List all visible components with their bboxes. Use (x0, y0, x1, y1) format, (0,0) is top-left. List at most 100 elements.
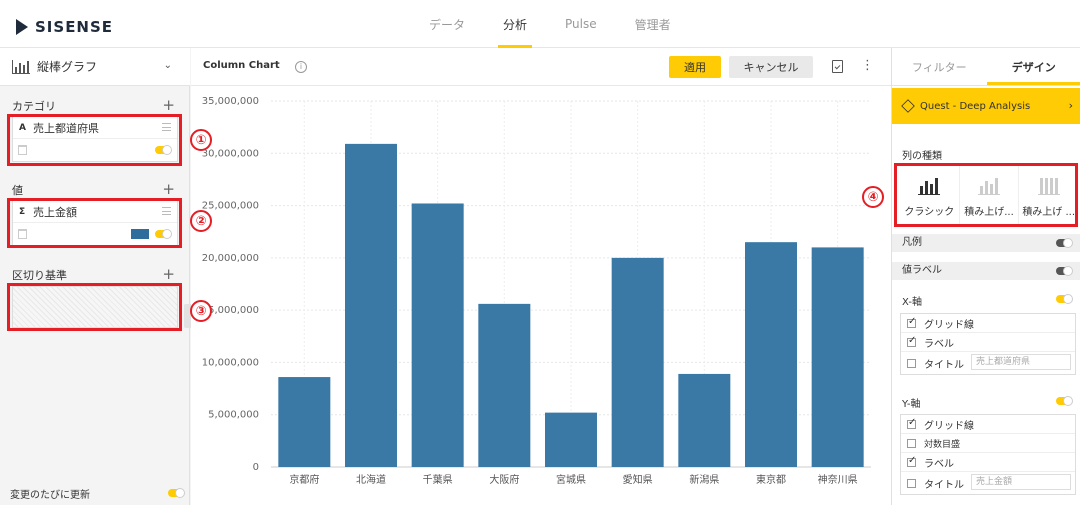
chart-type-selector[interactable]: 縦棒グラフ ⌄ (0, 48, 190, 86)
tab-design[interactable]: デザイン (986, 48, 1080, 85)
auto-update-toggle[interactable] (168, 488, 185, 498)
chart-area: Column Chart i 適用 キャンセル ⋮ 0 5,000,000 10,0… (191, 48, 891, 505)
y-axis-toggle[interactable] (1056, 396, 1073, 406)
checkbox[interactable] (907, 455, 916, 467)
x-tick-label: 宮城県 (556, 473, 586, 486)
y-axis-log-option[interactable]: 対数目盛 (901, 434, 1075, 453)
chevron-right-icon: › (1068, 99, 1073, 112)
checkbox[interactable] (907, 478, 916, 488)
checkbox[interactable] (907, 417, 916, 429)
x-axis-gridlines-option[interactable]: グリッド線 (901, 314, 1075, 333)
callout-1: ① (190, 129, 212, 151)
x-axis-options: グリッド線 ラベル タイトル 売上都道府県 (900, 313, 1076, 375)
option-label: タイトル (924, 359, 964, 371)
y-tick-label: 20,000,000 (202, 253, 259, 264)
apply-button[interactable]: 適用 (669, 56, 721, 78)
widget-title[interactable]: Column Chart (203, 60, 280, 71)
legend-toggle[interactable] (1056, 238, 1073, 248)
x-axis-labels-option[interactable]: ラベル (901, 333, 1075, 352)
bar-新潟県[interactable] (678, 373, 731, 467)
stacked-column-icon (978, 177, 1000, 195)
logo-text: SISENSE (35, 18, 114, 36)
column-chart-icon (12, 59, 30, 74)
trash-icon[interactable] (18, 229, 27, 239)
value-toggle[interactable] (155, 229, 172, 239)
drag-handle-icon[interactable] (162, 123, 171, 131)
widget-data-panel: 縦棒グラフ ⌄ カテゴリ + A 売上都道府県 値 + Σ 売上金額 区切り基準… (0, 48, 192, 505)
add-value-button[interactable]: + (162, 182, 175, 197)
x-tick-label: 神奈川県 (818, 473, 858, 486)
category-field-card[interactable]: A 売上都道府県 (12, 116, 178, 162)
value-field-card[interactable]: Σ 売上金額 (12, 200, 178, 246)
bar-京都府[interactable] (278, 377, 331, 467)
column-type-classic[interactable]: クラシック (900, 166, 960, 224)
bar-千葉県[interactable] (411, 203, 464, 467)
cancel-button[interactable]: キャンセル (729, 56, 813, 78)
column-type-options: クラシック 積み上げ... 積み上げ ... (900, 166, 1078, 224)
x-axis-title-input[interactable]: 売上都道府県 (971, 354, 1071, 370)
quest-banner[interactable]: Quest - Deep Analysis › (892, 88, 1080, 124)
x-axis-toggle[interactable] (1056, 294, 1073, 304)
column-type-stacked[interactable]: 積み上げ... (960, 166, 1020, 224)
checkbox[interactable] (907, 335, 916, 347)
nav-tab-analytics[interactable]: 分析 (484, 0, 546, 48)
y-tick-label: 35,000,000 (202, 96, 259, 107)
y-axis-gridlines-option[interactable]: グリッド線 (901, 415, 1075, 434)
checkbox[interactable] (907, 316, 916, 328)
nav-tab-data[interactable]: データ (410, 0, 484, 48)
chevron-down-icon[interactable]: ⌄ (164, 60, 172, 71)
y-tick-label: 5,000,000 (208, 410, 259, 421)
nav-tab-pulse[interactable]: Pulse (546, 0, 616, 48)
checkbox[interactable] (907, 358, 916, 368)
stacked-100-column-icon (1037, 177, 1060, 195)
option-label: 対数目盛 (924, 439, 961, 450)
value-field-name[interactable]: 売上金額 (33, 204, 77, 220)
x-tick-label: 北海道 (356, 473, 386, 486)
y-tick-label: 30,000,000 (202, 148, 259, 159)
y-axis-labels-option[interactable]: ラベル (901, 453, 1075, 472)
bar-東京都[interactable] (745, 242, 797, 467)
bar-大阪府[interactable] (478, 303, 531, 467)
x-axis-header: X-軸 (902, 297, 922, 308)
option-label: グリッド線 (924, 420, 974, 432)
bar-宮城県[interactable] (545, 412, 597, 467)
bar-愛知県[interactable] (611, 257, 664, 467)
y-tick-label: 10,000,000 (202, 357, 259, 368)
sisense-logo-icon (16, 19, 32, 35)
y-axis-title-option[interactable]: タイトル 売上金額 (901, 472, 1075, 494)
add-break-by-button[interactable]: + (162, 267, 175, 282)
drag-handle-icon[interactable] (162, 207, 171, 215)
option-label: ラベル (924, 338, 954, 350)
tab-filters[interactable]: フィルター (892, 48, 987, 85)
column-type-label: 積み上げ... (964, 207, 1014, 218)
column-type-stacked-100[interactable]: 積み上げ ... (1019, 166, 1078, 224)
category-header: カテゴリ (12, 100, 56, 113)
checkbox[interactable] (907, 438, 916, 448)
option-label: タイトル (924, 479, 964, 491)
option-label: グリッド線 (924, 319, 974, 331)
info-icon[interactable]: i (295, 61, 307, 73)
x-tick-label: 東京都 (756, 473, 786, 486)
break-by-drop-zone[interactable] (12, 286, 178, 328)
x-tick-label: 大阪府 (489, 473, 519, 486)
series-color-swatch[interactable] (131, 229, 149, 239)
add-category-button[interactable]: + (162, 98, 175, 113)
column-type-label: 列の種類 (902, 151, 942, 162)
y-axis-title-input[interactable]: 売上金額 (971, 474, 1071, 490)
design-panel: フィルター デザイン Quest - Deep Analysis › 列の種類 … (891, 48, 1080, 505)
value-labels-toggle[interactable] (1056, 266, 1073, 276)
value-labels-section: 値ラベル (892, 262, 1080, 280)
trash-icon[interactable] (18, 145, 27, 155)
classic-column-icon (918, 177, 941, 195)
category-field-name[interactable]: 売上都道府県 (33, 120, 99, 136)
document-check-icon[interactable] (832, 60, 843, 73)
x-axis-title-option[interactable]: タイトル 売上都道府県 (901, 352, 1075, 374)
column-type-label: クラシック (904, 207, 955, 218)
more-options-icon[interactable]: ⋮ (861, 58, 874, 74)
nav-tab-admin[interactable]: 管理者 (616, 0, 690, 48)
sisense-logo[interactable]: SISENSE (16, 18, 113, 36)
y-axis-header: Y-軸 (902, 399, 921, 410)
bar-神奈川県[interactable] (811, 247, 864, 467)
bar-北海道[interactable] (345, 143, 397, 468)
category-toggle[interactable] (155, 145, 172, 155)
